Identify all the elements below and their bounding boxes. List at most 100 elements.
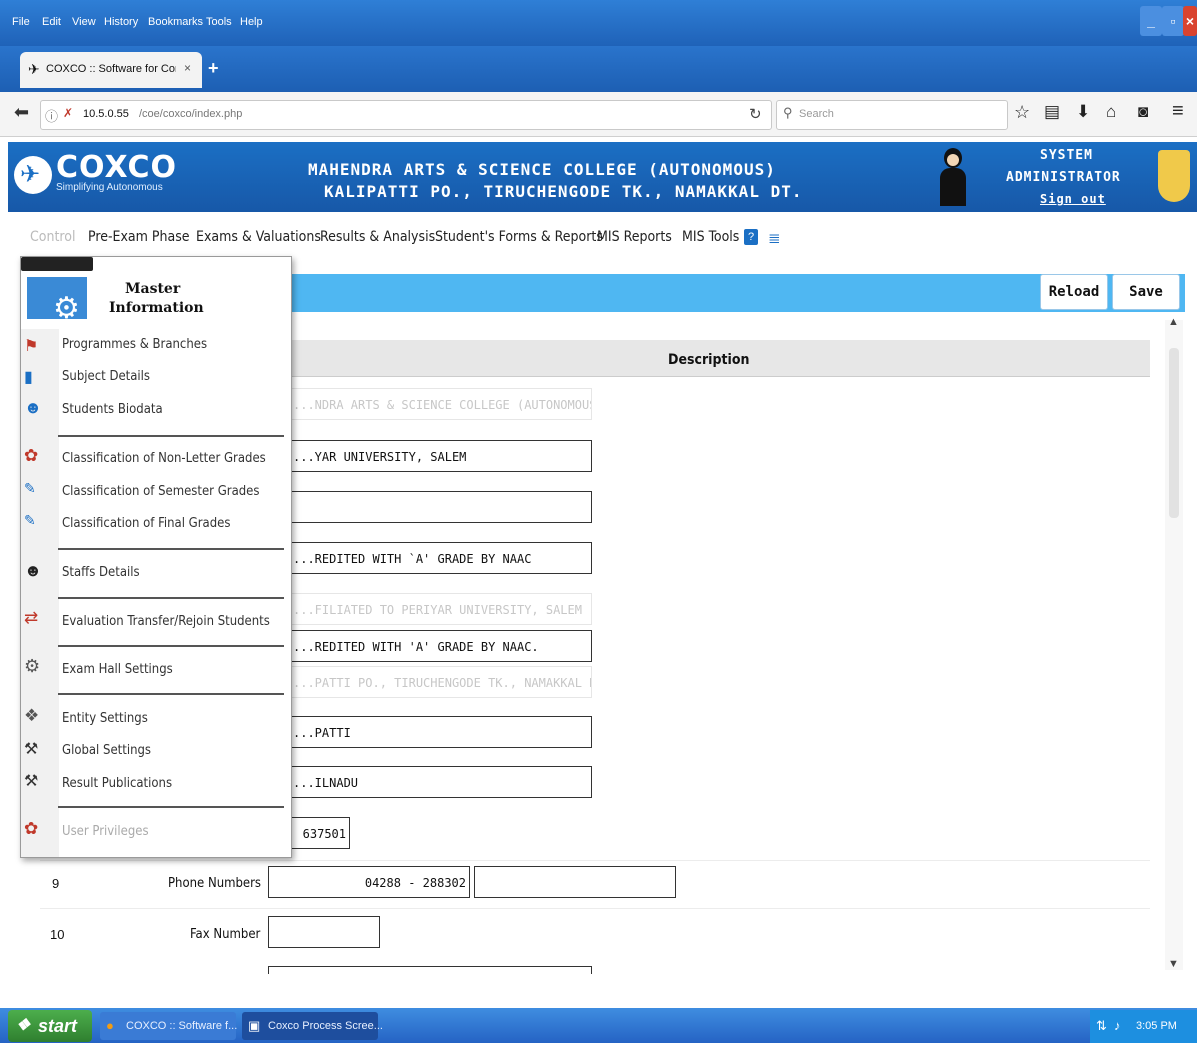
phone-number-field[interactable]: 04288 - 288302 — [268, 866, 470, 898]
staff-icon: ☻ — [24, 561, 42, 580]
scroll-down-arrow-icon[interactable]: ▼ — [1168, 958, 1179, 970]
back-arrow-icon[interactable]: ⬅ — [14, 102, 29, 123]
menu-history[interactable]: History — [104, 16, 138, 28]
text-field-3[interactable] — [290, 491, 592, 523]
menu-pre-exam-phase[interactable]: Pre-Exam Phase — [88, 229, 190, 245]
programmes-icon: ⚑ — [24, 338, 39, 355]
menu-mis-tools[interactable]: MIS Tools — [682, 229, 739, 245]
city-field[interactable]: ...PATTI — [290, 716, 592, 748]
save-button[interactable]: Save — [1112, 274, 1180, 310]
minimize-icon[interactable]: _ — [1140, 6, 1162, 36]
maximize-icon[interactable]: ▫ — [1162, 6, 1184, 36]
menu-file[interactable]: File — [12, 16, 30, 28]
menu-item-global-settings[interactable]: Global Settings — [62, 743, 151, 758]
affiliation-field[interactable]: ...FILIATED TO PERIYAR UNIVERSITY, SALEM — [290, 593, 592, 625]
url-bar[interactable]: ⓘ ✗ 10.5.0.55 /coe/coxco/index.php ↻ — [40, 100, 772, 130]
menu-item-user-privileges[interactable]: User Privileges — [62, 824, 149, 839]
scrollbar-thumb[interactable] — [1169, 348, 1179, 518]
fax-number-field[interactable] — [268, 916, 380, 948]
system-tray: ⇅ ♪ 3:05 PM — [1090, 1010, 1197, 1043]
bookmarks-list-icon[interactable]: ▤ — [1044, 102, 1060, 122]
state-field[interactable]: ...ILNADU — [290, 766, 592, 798]
menu-students-forms-reports[interactable]: Student's Forms & Reports — [435, 229, 603, 245]
taskbar-item-process[interactable]: ▣ Coxco Process Scree... — [242, 1012, 383, 1040]
search-box[interactable]: ⚲ Search — [776, 100, 1008, 130]
menu-item-staffs-details[interactable]: Staffs Details — [62, 565, 140, 580]
menu-item-exam-hall-settings[interactable]: Exam Hall Settings — [62, 662, 173, 677]
phone-number-field-2[interactable] — [474, 866, 676, 898]
hamburger-menu-icon[interactable]: ≡ — [1172, 100, 1184, 123]
grid-header: Description — [290, 340, 1150, 377]
reload-page-icon[interactable]: ↻ — [749, 105, 762, 123]
sign-out-link[interactable]: Sign out — [1040, 192, 1106, 206]
menu-exams-valuations[interactable]: Exams & Valuations — [196, 229, 321, 245]
browser-tab[interactable]: ✈ COXCO :: Software for Contr... × — [20, 52, 202, 88]
download-icon[interactable]: ⬇ — [1076, 102, 1090, 122]
user-avatar — [938, 146, 968, 208]
menu-item-final-grades[interactable]: Classification of Final Grades — [62, 516, 230, 531]
taskbar-item-firefox[interactable]: ● COXCO :: Software f... — [100, 1012, 237, 1040]
pincode-field[interactable]: 637501 — [290, 817, 350, 849]
menu-mis-reports[interactable]: MIS Reports — [597, 229, 672, 245]
scroll-up-arrow-icon[interactable]: ▲ — [1168, 316, 1179, 328]
menu-item-evaluation-transfer[interactable]: Evaluation Transfer/Rejoin Students — [62, 614, 270, 629]
menu-item-non-letter-grades[interactable]: Classification of Non-Letter Grades — [62, 451, 266, 466]
menu-header-strip — [21, 257, 93, 271]
row-divider — [40, 860, 1150, 861]
menu-item-programmes[interactable]: Programmes & Branches — [62, 337, 207, 352]
reload-button[interactable]: Reload — [1040, 274, 1108, 310]
scrollbar[interactable] — [1165, 320, 1183, 970]
fax-number-label: Fax Number — [190, 927, 261, 942]
master-title-line2: Information — [109, 300, 204, 316]
menu-control[interactable]: Control — [30, 229, 76, 245]
menu-separator — [58, 548, 284, 550]
windows-logo-icon: ❖ — [16, 1017, 31, 1034]
college-name: MAHENDRA ARTS & SCIENCE COLLEGE (AUTONOM… — [308, 160, 776, 179]
menu-view[interactable]: View — [72, 16, 96, 28]
transfer-icon: ⇄ — [24, 608, 39, 627]
close-window-icon[interactable]: × — [1183, 6, 1197, 36]
info-icon[interactable]: ⓘ — [45, 106, 58, 125]
menu-results-analysis[interactable]: Results & Analysis — [320, 229, 435, 245]
help-icon[interactable]: ? — [744, 229, 758, 245]
accreditation-field-2[interactable]: ...REDITED WITH 'A' GRADE BY NAAC. — [290, 630, 592, 662]
coxco-favicon-icon: ✈ — [28, 61, 40, 77]
menu-tools[interactable]: Tools — [206, 16, 232, 28]
row-number-9: 9 — [52, 876, 60, 891]
college-emblem-icon — [1158, 150, 1190, 202]
menu-item-result-publications[interactable]: Result Publications — [62, 776, 172, 791]
logo-tagline: Simplifying Autonomous — [56, 182, 163, 193]
menu-item-entity-settings[interactable]: Entity Settings — [62, 711, 148, 726]
menu-item-subject-details[interactable]: Subject Details — [62, 369, 150, 384]
volume-icon[interactable]: ♪ — [1114, 1018, 1121, 1033]
text-field-partial[interactable] — [268, 966, 592, 974]
firefox-icon: ● — [106, 1018, 114, 1033]
coxco-logo-icon: ✈ — [14, 156, 52, 194]
menu-separator — [58, 645, 284, 647]
user-privileges-icon: ✿ — [24, 819, 39, 838]
menu-edit[interactable]: Edit — [42, 16, 61, 28]
address-field[interactable]: ...PATTI PO., TIRUCHENGODE TK., NAMAKKAL… — [290, 666, 592, 698]
books-icon: ▮ — [24, 369, 33, 386]
tab-close-icon[interactable]: × — [184, 61, 191, 75]
bookmark-star-icon[interactable]: ☆ — [1014, 102, 1030, 123]
menu-item-semester-grades[interactable]: Classification of Semester Grades — [62, 484, 259, 499]
college-name-field[interactable]: ...NDRA ARTS & SCIENCE COLLEGE (AUTONOMO… — [290, 388, 592, 420]
phone-numbers-label: Phone Numbers — [168, 876, 262, 891]
new-tab-icon[interactable]: + — [208, 58, 219, 79]
pocket-icon[interactable]: ◙ — [1138, 102, 1148, 122]
home-icon[interactable]: ⌂ — [1106, 102, 1116, 122]
menu-item-students-biodata[interactable]: Students Biodata — [62, 402, 163, 417]
document-icon[interactable]: ≣ — [768, 229, 781, 247]
accreditation-field[interactable]: ...REDITED WITH `A' GRADE BY NAAC — [290, 542, 592, 574]
menu-help[interactable]: Help — [240, 16, 263, 28]
clock[interactable]: 3:05 PM — [1136, 1020, 1177, 1032]
master-info-icon: ⚙ — [27, 277, 87, 325]
start-button[interactable]: ❖ start — [8, 1010, 92, 1042]
menu-bookmarks[interactable]: Bookmarks — [148, 16, 203, 28]
university-field[interactable]: ...YAR UNIVERSITY, SALEM — [290, 440, 592, 472]
final-grades-icon: ✎ — [24, 512, 36, 528]
network-icon[interactable]: ⇅ — [1096, 1018, 1107, 1034]
row-divider — [40, 908, 1150, 909]
menu-separator — [58, 806, 284, 808]
